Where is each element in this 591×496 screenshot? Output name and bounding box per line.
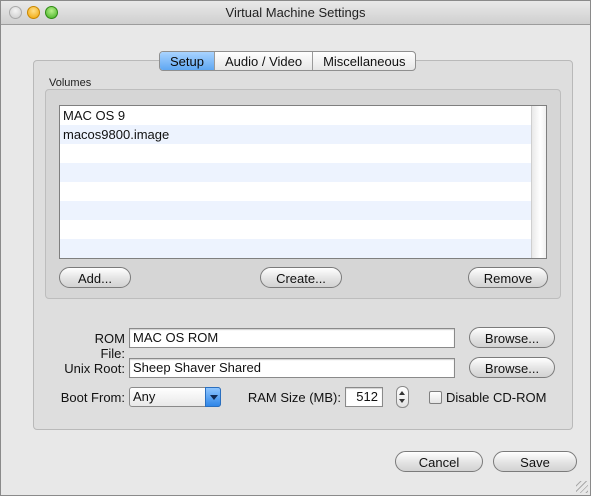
- settings-window: Virtual Machine Settings Setup Audio / V…: [0, 0, 591, 496]
- stepper-up-icon[interactable]: [399, 391, 405, 395]
- boot-from-label: Boot From:: [60, 390, 125, 405]
- resize-grip-icon[interactable]: [576, 481, 588, 493]
- add-volume-button[interactable]: Add...: [59, 267, 131, 288]
- list-item[interactable]: MAC OS 9: [60, 106, 546, 125]
- vertical-scrollbar[interactable]: [531, 106, 546, 258]
- ram-size-stepper[interactable]: [396, 386, 409, 408]
- list-item[interactable]: [60, 182, 546, 201]
- save-button[interactable]: Save: [493, 451, 577, 472]
- window-title: Virtual Machine Settings: [225, 5, 366, 20]
- disable-cdrom-label[interactable]: Disable CD-ROM: [446, 390, 556, 405]
- rom-file-label: ROM File:: [94, 331, 125, 361]
- boot-from-select[interactable]: Any: [129, 387, 221, 407]
- chevron-down-icon[interactable]: [205, 387, 221, 407]
- rom-browse-button[interactable]: Browse...: [469, 327, 555, 348]
- volumes-list[interactable]: MAC OS 9 macos9800.image: [59, 105, 547, 259]
- list-item[interactable]: [60, 239, 546, 258]
- list-item[interactable]: [60, 201, 546, 220]
- cancel-button[interactable]: Cancel: [395, 451, 483, 472]
- disable-cdrom-checkbox[interactable]: [429, 391, 442, 404]
- tab-setup[interactable]: Setup: [160, 52, 215, 70]
- stepper-down-icon[interactable]: [399, 399, 405, 403]
- create-volume-button[interactable]: Create...: [260, 267, 342, 288]
- tab-miscellaneous[interactable]: Miscellaneous: [313, 52, 415, 70]
- boot-from-value: Any: [133, 389, 156, 404]
- list-item[interactable]: [60, 163, 546, 182]
- unix-root-label: Unix Root:: [64, 361, 125, 376]
- ram-size-label: RAM Size (MB):: [247, 390, 341, 405]
- remove-volume-button[interactable]: Remove: [468, 267, 548, 288]
- list-item[interactable]: [60, 144, 546, 163]
- volumes-group-label: Volumes: [49, 77, 92, 89]
- list-item[interactable]: macos9800.image: [60, 125, 546, 144]
- unix-root-browse-button[interactable]: Browse...: [469, 357, 555, 378]
- rom-file-field[interactable]: MAC OS ROM: [129, 328, 455, 348]
- title-bar[interactable]: Virtual Machine Settings: [1, 1, 590, 25]
- tab-bar: Setup Audio / Video Miscellaneous: [159, 51, 417, 71]
- ram-size-field[interactable]: 512: [345, 387, 383, 407]
- list-item[interactable]: [60, 220, 546, 239]
- tab-audio-video[interactable]: Audio / Video: [215, 52, 314, 70]
- unix-root-field[interactable]: Sheep Shaver Shared: [129, 358, 455, 378]
